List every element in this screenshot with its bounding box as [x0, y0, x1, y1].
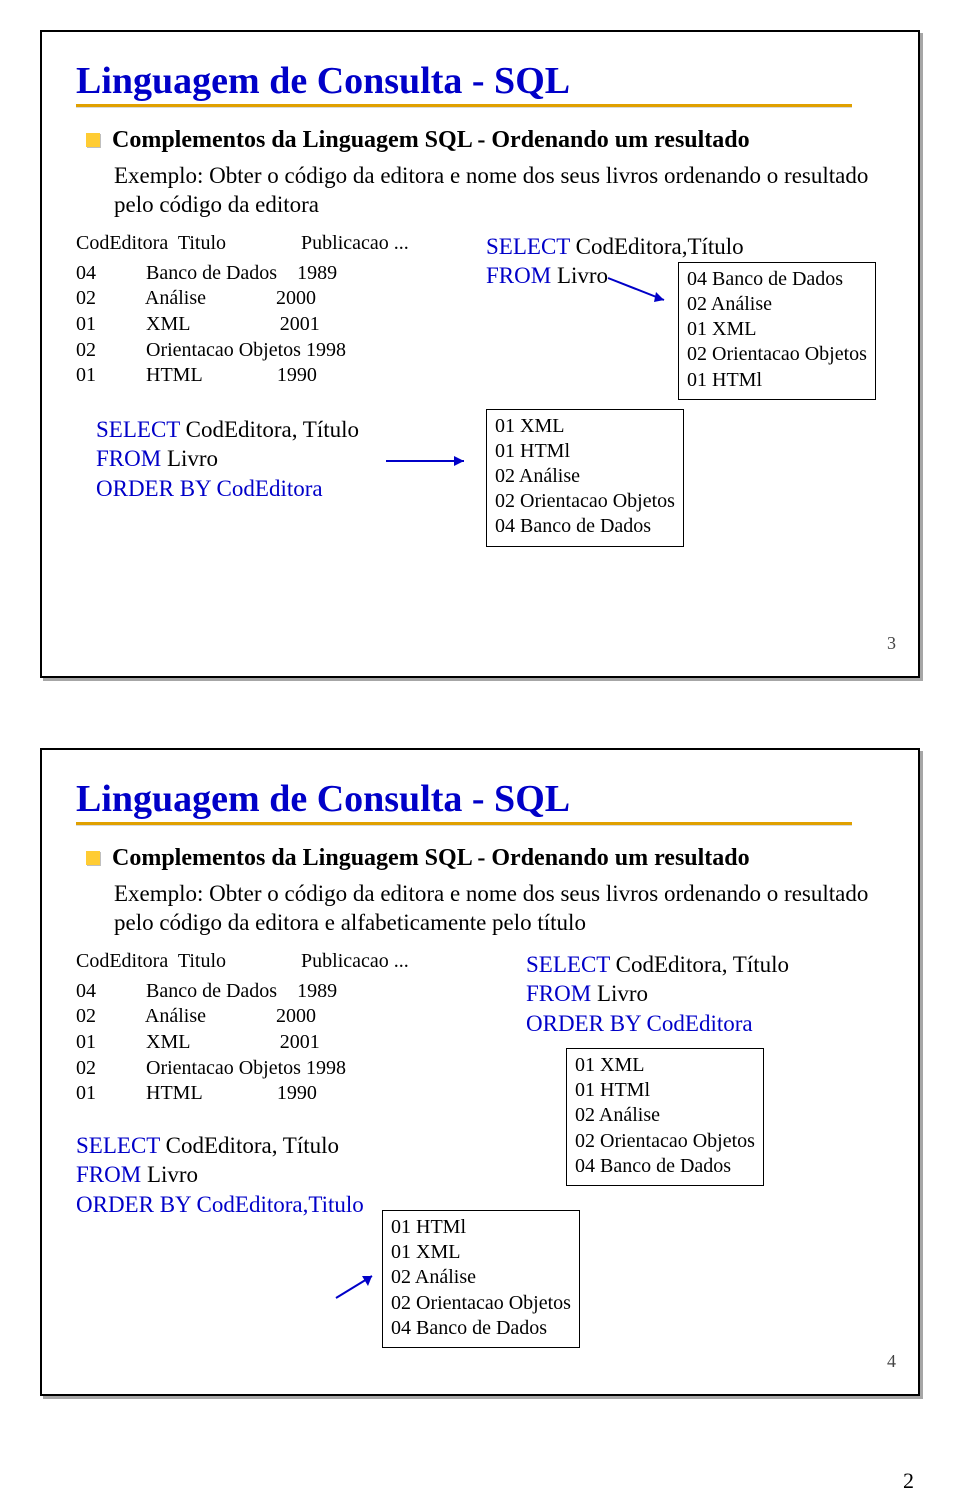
slide-3: Linguagem de Consulta - SQL Complementos… — [40, 30, 920, 678]
kw-select: SELECT — [96, 417, 186, 442]
slide-4: Linguagem de Consulta - SQL Complementos… — [40, 748, 920, 1396]
slide-title: Linguagem de Consulta - SQL — [76, 780, 884, 820]
bullet-square-icon — [86, 133, 100, 147]
sql-query-bottom: SELECT CodEditora, Título FROM Livro ORD… — [96, 415, 359, 503]
kw-from: FROM — [76, 1162, 147, 1187]
kw-orderby: ORDER BY CodEditora — [96, 476, 323, 501]
title-underline — [76, 104, 852, 107]
sql-query-left: SELECT CodEditora, Título FROM Livro ORD… — [76, 1131, 496, 1219]
kw-from: FROM — [526, 981, 597, 1006]
data-table-header: CodEditora Titulo Publicacao ... — [76, 950, 496, 973]
data-table-rows: 04 Banco de Dados 1989 02 Análise 2000 0… — [76, 261, 486, 389]
title-underline — [76, 822, 852, 825]
kw-orderby: ORDER BY CodEditora,Titulo — [76, 1192, 364, 1217]
data-table-rows: 04 Banco de Dados 1989 02 Análise 2000 0… — [76, 979, 496, 1107]
sql-query-right: SELECT CodEditora, Título FROM Livro ORD… — [526, 950, 884, 1038]
result-box-bottom: 01 XML 01 HTMl 02 Análise 02 Orientacao … — [486, 409, 684, 547]
kw-select: SELECT — [526, 952, 616, 977]
q-bot-cols: CodEditora, Título — [186, 417, 359, 442]
kw-select: SELECT — [486, 234, 576, 259]
kw-from: FROM — [486, 263, 557, 288]
data-table-header: CodEditora Titulo Publicacao ... — [76, 232, 486, 255]
q-left-tbl: Livro — [147, 1162, 198, 1187]
slide-title: Linguagem de Consulta - SQL — [76, 62, 884, 102]
example-text: Exemplo: Obter o código da editora e nom… — [114, 161, 884, 220]
page-number: 2 — [903, 1468, 914, 1494]
q-top-cols: CodEditora,Título — [576, 234, 744, 259]
slide-number: 3 — [887, 633, 896, 654]
q-right-cols: CodEditora, Título — [616, 952, 789, 977]
q-top-tbl: Livro — [557, 263, 608, 288]
kw-from: FROM — [96, 446, 167, 471]
example-text: Exemplo: Obter o código da editora e nom… — [114, 879, 884, 938]
bullet-text: Complementos da Linguagem SQL - Ordenand… — [112, 125, 750, 155]
result-box-right: 01 XML 01 HTMl 02 Análise 02 Orientacao … — [566, 1048, 764, 1186]
result-box-middle: 01 HTMl 01 XML 02 Análise 02 Orientacao … — [382, 1210, 580, 1348]
slide-number: 4 — [887, 1351, 896, 1372]
q-left-cols: CodEditora, Título — [166, 1133, 339, 1158]
result-box-top: 04 Banco de Dados 02 Análise 01 XML 02 O… — [678, 262, 876, 400]
kw-select: SELECT — [76, 1133, 166, 1158]
q-right-tbl: Livro — [597, 981, 648, 1006]
arrow-icon — [386, 451, 476, 471]
arrow-icon — [332, 1268, 382, 1304]
kw-orderby: ORDER BY CodEditora — [526, 1011, 753, 1036]
q-bot-tbl: Livro — [167, 446, 218, 471]
bullet-item: Complementos da Linguagem SQL - Ordenand… — [86, 843, 884, 873]
bullet-text: Complementos da Linguagem SQL - Ordenand… — [112, 843, 750, 873]
bullet-item: Complementos da Linguagem SQL - Ordenand… — [86, 125, 884, 155]
bullet-square-icon — [86, 851, 100, 865]
